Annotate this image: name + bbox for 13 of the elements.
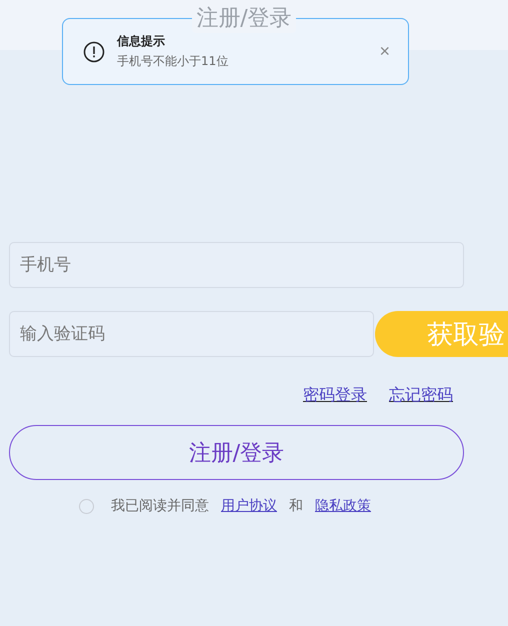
and-text: 和 bbox=[289, 497, 303, 515]
privacy-link[interactable]: 隐私政策 bbox=[315, 497, 371, 515]
text-link[interactable]: 忘记密码 bbox=[389, 385, 453, 406]
register-login-button[interactable]: 注册/登录 bbox=[9, 425, 464, 480]
phone-field[interactable]: 手机号 bbox=[9, 242, 464, 288]
warning-icon bbox=[83, 40, 105, 62]
text-link[interactable]: 密码登录 bbox=[303, 385, 367, 406]
toast-message: 手机号不能小于11位 bbox=[117, 53, 230, 70]
terms-link[interactable]: 用户协议 bbox=[221, 497, 277, 515]
toast-title: 信息提示 bbox=[117, 33, 166, 50]
code-field[interactable]: 输入验证码 bbox=[9, 311, 374, 357]
agree-radio[interactable] bbox=[79, 498, 94, 514]
agreement-text: 我已阅读并同意 bbox=[111, 497, 209, 515]
